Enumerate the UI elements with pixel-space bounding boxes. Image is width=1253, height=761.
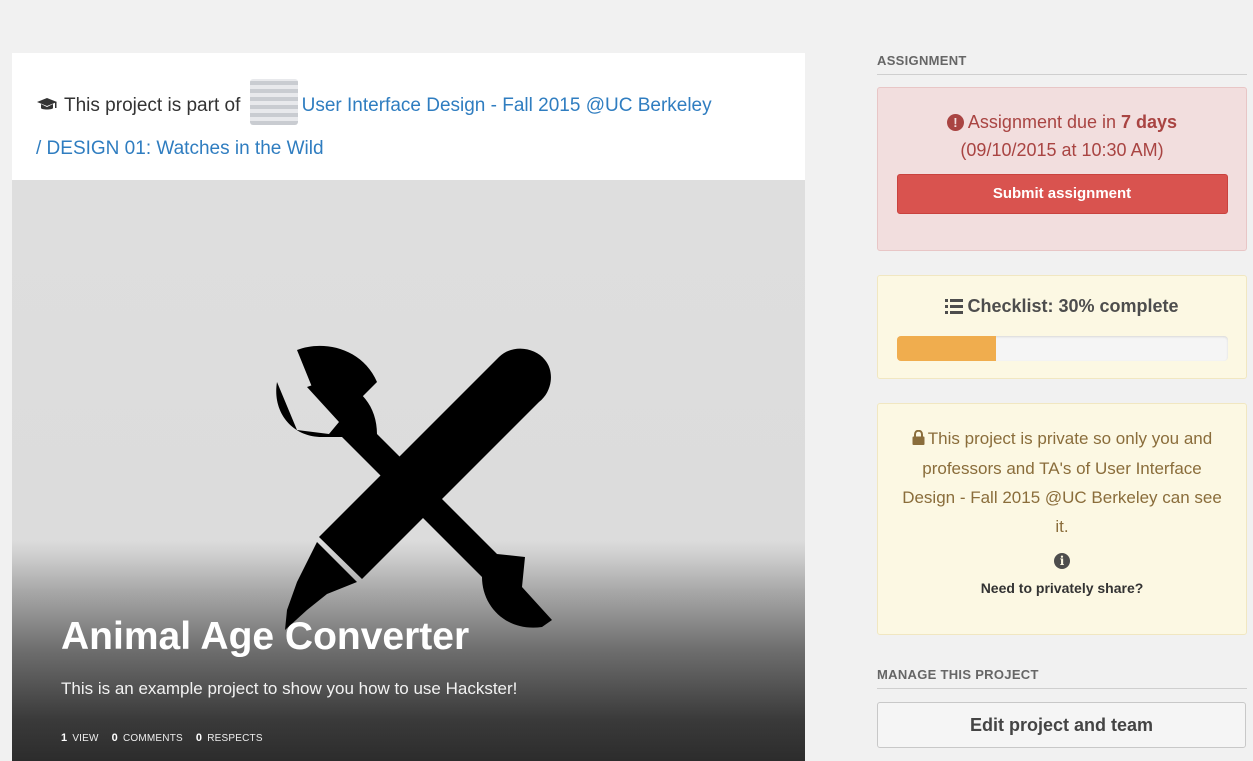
course-link[interactable]: User Interface Design - Fall 2015 @UC Be… (302, 95, 712, 116)
project-title: Animal Age Converter (61, 615, 470, 658)
due-date: (09/10/2015 at 10:30 AM) (960, 140, 1164, 160)
stat-views: 1 view (61, 732, 99, 744)
project-context-prefix: This project is part of (64, 95, 241, 116)
project-main: This project is part of User Interface D… (12, 53, 805, 761)
cover-image: Animal Age Converter This is an example … (12, 180, 805, 761)
info-circle-icon: i (1054, 553, 1070, 569)
checklist-label: Checklist: 30% complete (967, 296, 1179, 316)
checklist-progress-fill (896, 336, 996, 361)
privacy-message: This project is private so only you and … (902, 429, 1222, 536)
due-prefix: Assignment due in (967, 112, 1117, 132)
project-sidebar: ASSIGNMENT ! Assignment due in 7 days (09… (877, 53, 1247, 748)
list-icon (945, 298, 964, 319)
project-description: This is an example project to show you h… (61, 679, 518, 698)
assignment-due-alert: ! Assignment due in 7 days (09/10/2015 at… (877, 87, 1247, 251)
stat-comments: 0 comments (111, 732, 183, 744)
private-share-link[interactable]: Need to privately share? (981, 577, 1144, 599)
due-days: 7 days (1121, 112, 1178, 132)
stat-respects: 0 respects (195, 732, 263, 744)
assignment-heading: ASSIGNMENT (877, 53, 1247, 75)
assignment-link[interactable]: / DESIGN 01: Watches in the Wild (36, 138, 324, 159)
privacy-notice: This project is private so only you and … (877, 403, 1247, 635)
edit-project-button[interactable]: Edit project and team (877, 702, 1246, 748)
exclamation-circle-icon: ! (946, 114, 964, 131)
graduation-cap-icon (36, 87, 58, 128)
project-stats: 1 view 0 comments 0 respects (61, 732, 273, 744)
course-thumbnail[interactable] (249, 79, 298, 125)
lock-icon (912, 425, 925, 454)
tools-icon (276, 345, 552, 630)
checklist-progress-bar (896, 336, 1228, 361)
project-context-banner: This project is part of User Interface D… (12, 53, 805, 180)
submit-assignment-button[interactable]: Submit assignment (896, 174, 1228, 214)
checklist-panel[interactable]: Checklist: 30% complete (877, 275, 1247, 379)
manage-heading: MANAGE THIS PROJECT (877, 667, 1247, 689)
